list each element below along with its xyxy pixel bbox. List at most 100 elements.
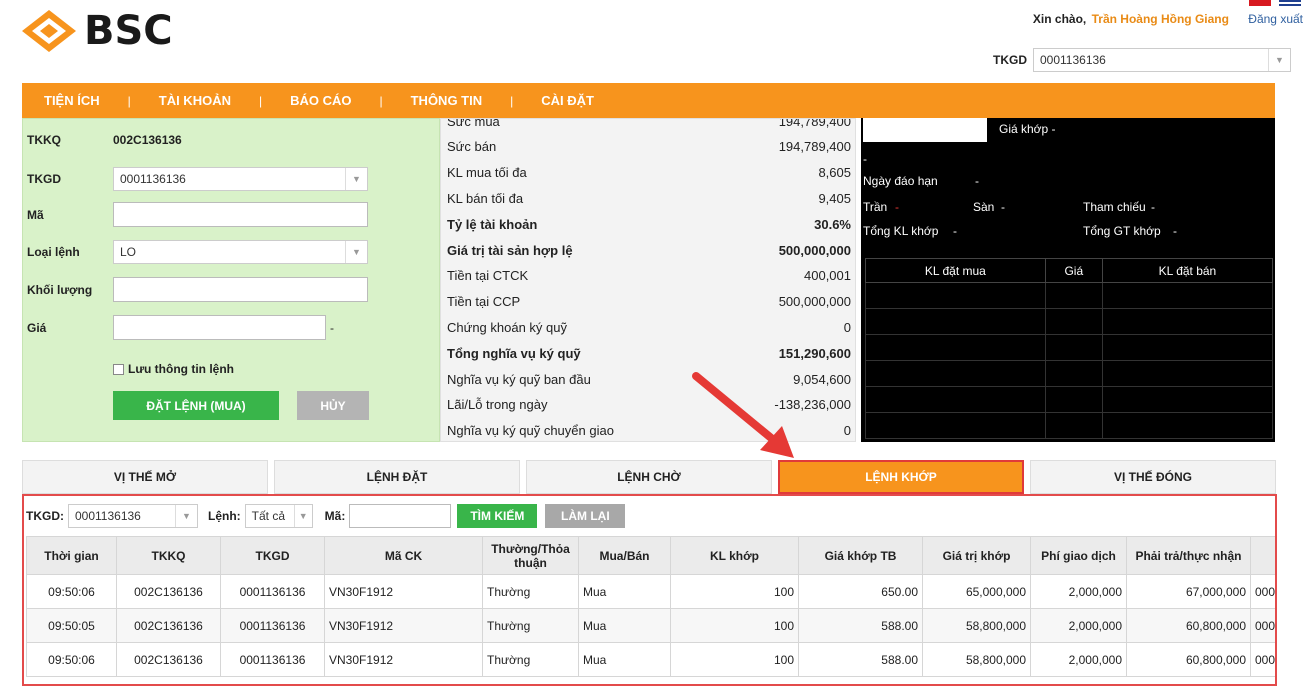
order-book-row [865,386,1274,413]
account-row: Chứng khoán ký quỹ 0 [447,316,851,338]
filter-tkgd-select[interactable]: 0001136136 ▼ [68,504,198,528]
tkkq-label: TKKQ [27,133,61,147]
column-header[interactable]: Mua/Bán [578,536,671,575]
gia-input[interactable] [113,315,326,340]
vietnamese-flag-icon[interactable] [1249,0,1271,6]
san-value: - [1001,200,1005,214]
table-row[interactable]: 09:50:06 002C136136 0001136136 VN30F1912 Thư… [26,642,1275,677]
tran-label: Trần [863,200,888,214]
nav-item-thong-tin[interactable]: THÔNG TIN [411,93,483,108]
khoi-luong-row: Khối lượng [27,277,368,302]
account-row: Tiền tại CCP 500,000,000 [447,291,851,313]
table-row[interactable]: 09:50:06 002C136136 0001136136 VN30F1912 Thư… [26,574,1275,609]
filter-ma-input[interactable] [349,504,452,528]
nav-item-cai-dat[interactable]: CÀI ĐẶT [541,93,594,108]
tkgd-select[interactable]: 0001136136 ▼ [113,167,368,191]
gia-row: Giá - [27,315,334,340]
header-account-selector: TKGD 0001136136 ▼ [993,48,1291,72]
table-cell: 588.00 [798,608,923,643]
tkkq-row: TKKQ 002C136136 [27,133,182,147]
bsc-logo[interactable]: BSC [20,8,173,54]
tab-lenh-dat[interactable]: LỆNH ĐẶT [274,460,520,494]
logout-link[interactable]: Đăng xuất [1248,12,1303,26]
column-header[interactable]: TKKQ [116,536,221,575]
column-header[interactable]: Thường/Thỏa thuận [482,536,579,575]
tkkq-value: 002C136136 [113,133,182,147]
tab-lenh-khop[interactable]: LỆNH KHỚP [778,460,1024,494]
place-order-button[interactable]: ĐẶT LỆNH (MUA) [113,391,279,420]
account-row-value: 194,789,400 [778,139,851,155]
tong-gt-khop-label: Tổng GT khớp [1083,224,1161,238]
table-cell: 0001136136 [220,642,325,677]
account-row-value: 500,000,000 [778,242,851,258]
column-header[interactable]: Giá trị khớp [922,536,1031,575]
column-header[interactable]: Phải trả/thực nhận [1126,536,1251,575]
save-order-checkbox[interactable] [113,363,124,375]
chevron-down-icon: ▼ [293,505,312,527]
column-header[interactable]: Thời gian [26,536,117,575]
table-cell: Mua [578,574,671,609]
save-order-label: Lưu thông tin lệnh [128,362,234,376]
tab-vi-the-dong[interactable]: VỊ THẾ ĐÓNG [1030,460,1276,494]
loai-lenh-label: Loại lệnh [27,245,80,259]
account-row-label: Sức mua [447,118,500,129]
order-book-row [865,308,1274,335]
column-header[interactable]: Phí giao dịch [1030,536,1127,575]
chevron-down-icon: ▼ [345,241,367,263]
san-label: Sàn [973,200,995,214]
account-row: Tiền tại CTCK 400,001 [447,265,851,287]
khoi-luong-input[interactable] [113,277,368,302]
khoi-luong-label: Khối lượng [27,282,93,297]
nav-item-tai-khoan[interactable]: TÀI KHOẢN [159,93,231,108]
table-cell: 58,800,000 [922,608,1031,643]
cancel-button[interactable]: HỦY [297,391,369,420]
reset-button[interactable]: LÀM LẠI [545,504,626,528]
table-cell: 58,800,000 [922,642,1031,677]
nav-item-tien-ich[interactable]: TIỆN ÍCH [44,93,100,108]
account-row-label: Lãi/Lỗ trong ngày [447,397,548,413]
column-header[interactable]: Mã CK [324,536,483,575]
column-header[interactable]: TKGD [220,536,325,575]
order-book-header: Giá [1044,258,1103,283]
table-cell: 002C136136 [116,574,221,609]
table-cell: VN30F1912 [324,574,483,609]
header-tkgd-select[interactable]: 0001136136 ▼ [1033,48,1291,72]
order-book-row [865,282,1274,309]
user-name[interactable]: Trần Hoàng Hồng Giang [1092,12,1229,26]
search-button[interactable]: TÌM KIẾM [457,504,538,528]
table-row[interactable]: 09:50:05 002C136136 0001136136 VN30F1912 Thư… [26,608,1275,643]
tran-value: - [895,200,899,214]
table-cell: Mua [578,608,671,643]
account-row: Sức mua 194,789,400 [447,118,851,132]
column-header[interactable]: Giá khớp TB [798,536,923,575]
symbol-box [863,118,987,142]
english-flag-icon[interactable] [1279,0,1301,6]
market-info-panel: Giá khớp - - Ngày đáo hạn - Trần - Sàn -… [861,118,1275,442]
table-cell: 000124 [1250,608,1275,643]
filter-lenh-select[interactable]: Tất cả ▼ [244,504,313,528]
table-cell: 09:50:06 [26,574,117,609]
table-cell: 000124 [1250,642,1275,677]
account-row-value: 151,290,600 [778,345,851,361]
column-header[interactable] [1250,536,1275,575]
account-row: Giá trị tài sản hợp lệ 500,000,000 [447,239,851,261]
nav-item-bao-cao[interactable]: BÁO CÁO [290,93,351,108]
table-cell: 2,000,000 [1030,574,1127,609]
column-header[interactable]: KL khớp [670,536,799,575]
table-cell: 100 [670,574,799,609]
save-order-checkbox-row[interactable]: Lưu thông tin lệnh [113,362,234,376]
account-row-value: 8,605 [818,165,851,181]
tab-vi-the-mo[interactable]: VỊ THẾ MỞ [22,460,268,494]
account-row-label: Giá trị tài sản hợp lệ [447,242,573,258]
ma-row: Mã [27,202,368,227]
loai-lenh-select[interactable]: LO ▼ [113,240,368,264]
table-cell: 67,000,000 [1126,574,1251,609]
ma-input[interactable] [113,202,368,227]
filter-lenh-label: Lệnh: [208,509,241,523]
account-row-label: Tổng nghĩa vụ ký quỹ [447,345,581,361]
table-cell: 002C136136 [116,608,221,643]
table-cell: 09:50:06 [26,642,117,677]
logo-text: BSC [84,8,173,54]
header-tkgd-label: TKGD [993,53,1027,67]
filter-tkgd-label: TKGD: [26,509,64,523]
